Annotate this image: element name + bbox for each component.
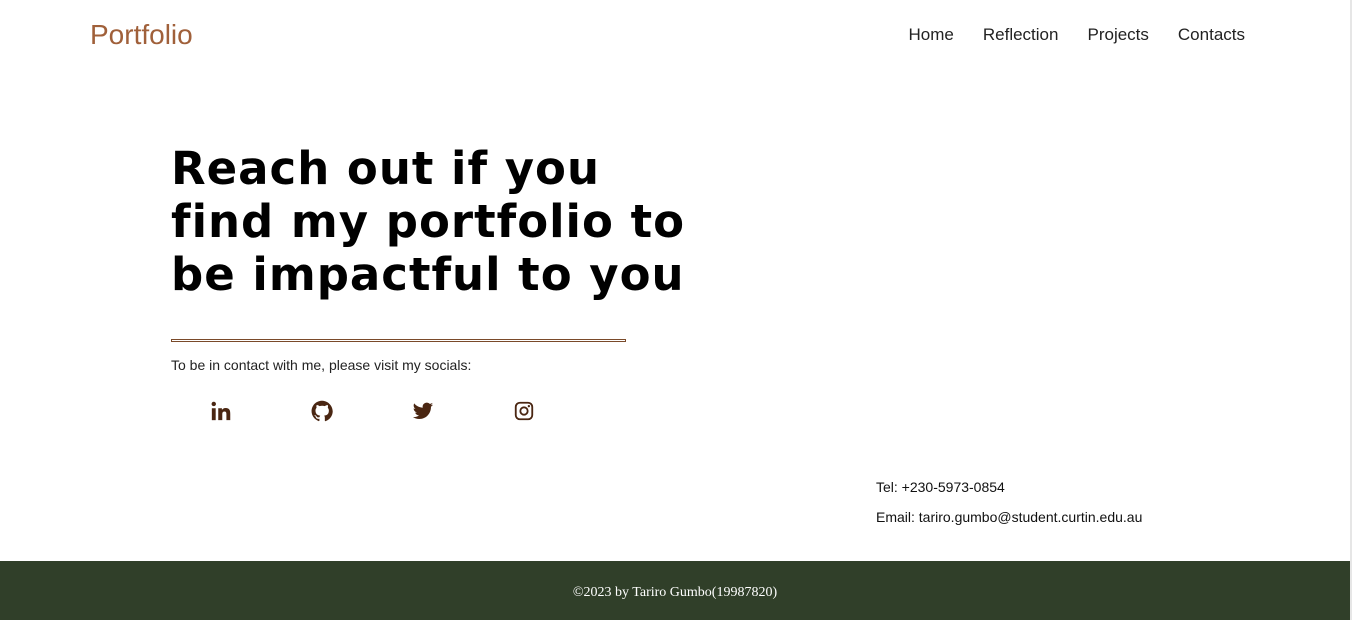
linkedin-link[interactable] [209,399,233,423]
footer-copyright: ©2023 by Tariro Gumbo(19987820) [572,585,778,600]
github-link[interactable] [310,399,334,423]
nav-reflection[interactable]: Reflection [983,24,1059,46]
nav-home[interactable]: Home [909,24,954,46]
main-nav: Home Reflection Projects Contacts [909,24,1245,46]
page-footer: ©2023 by Tariro Gumbo(19987820) [0,561,1350,620]
github-icon [311,400,333,422]
nav-projects[interactable]: Projects [1087,24,1148,46]
socials-intro: To be in contact with me, please visit m… [171,357,472,373]
linkedin-icon [211,401,231,421]
nav-contacts[interactable]: Contacts [1178,24,1245,46]
section-divider [171,339,626,342]
contact-tel: Tel: +230-5973-0854 [876,479,1005,495]
instagram-icon [514,401,534,421]
page-headline: Reach out if you find my portfolio to be… [171,142,685,301]
brand-logo[interactable]: Portfolio [90,18,193,52]
instagram-link[interactable] [512,399,536,423]
twitter-icon [412,402,434,419]
contact-email: Email: tariro.gumbo@student.curtin.edu.a… [876,509,1143,525]
twitter-link[interactable] [411,399,435,423]
